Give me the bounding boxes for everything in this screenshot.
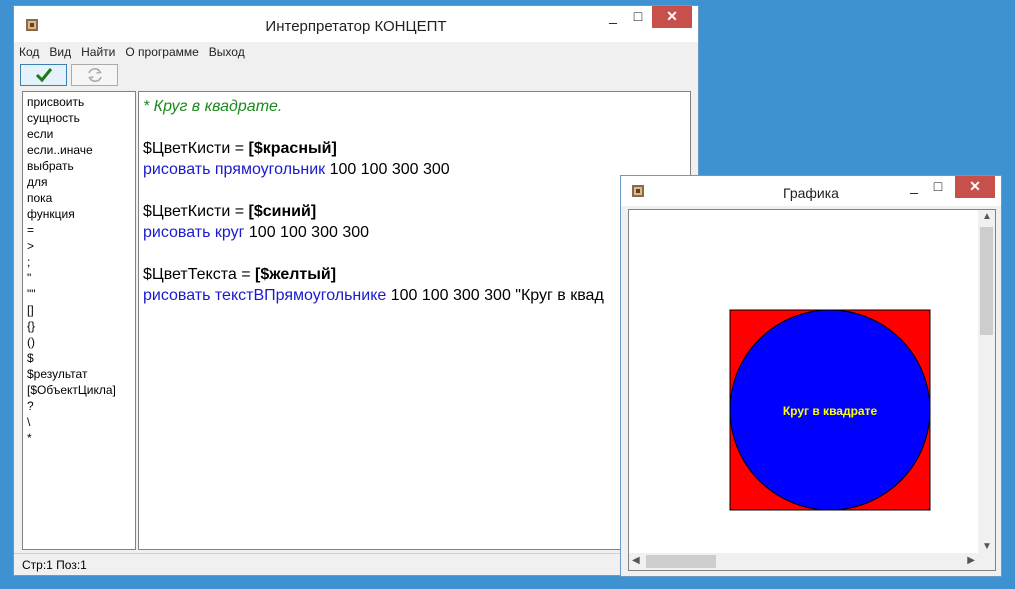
code-variable: $ЦветКисти = [143, 203, 249, 220]
app-icon [632, 185, 644, 197]
code-comment: * Круг в квадрате. [143, 98, 283, 115]
drawing-svg: Круг в квадрате [729, 309, 931, 511]
list-item[interactable]: > [27, 238, 131, 254]
list-item[interactable]: () [27, 334, 131, 350]
list-item[interactable]: $ [27, 350, 131, 366]
code-args: 100 100 300 300 [325, 161, 450, 178]
list-item[interactable]: $результат [27, 366, 131, 382]
scroll-up-icon[interactable]: ▲ [982, 211, 992, 222]
list-item[interactable]: "" [27, 286, 131, 302]
code-line: рисовать текстВПрямоугольнике 100 100 30… [143, 285, 686, 306]
code-keyword: рисовать прямоугольник [143, 161, 326, 178]
code-line: $ЦветКисти = [$синий] [143, 201, 686, 222]
code-value: [$желтый] [254, 266, 337, 283]
code-blank [143, 243, 686, 264]
list-item[interactable]: сущность [27, 110, 131, 126]
list-item[interactable]: [$ОбъектЦикла] [27, 382, 131, 398]
vertical-scrollbar[interactable]: ▲ ▼ [978, 210, 995, 553]
scroll-right-icon[interactable]: ▶ [967, 555, 975, 566]
graphics-window: Графика _ □ ✕ Круг в квадрате ▲ ▼ ◀ ▶ [620, 175, 1002, 577]
close-button[interactable]: ✕ [652, 6, 692, 28]
scroll-corner [978, 553, 995, 570]
code-line: рисовать прямоугольник 100 100 300 300 [143, 159, 686, 180]
run-button[interactable] [20, 64, 67, 86]
graphics-title-bar[interactable]: Графика _ □ ✕ [621, 176, 1001, 206]
main-window: Интерпретатор КОНЦЕПТ _ □ ✕ Код Вид Найти О… [13, 5, 699, 576]
code-line: $ЦветКисти = [$красный] [143, 138, 686, 159]
code-line: рисовать круг 100 100 300 300 [143, 222, 686, 243]
list-item[interactable]: \ [27, 414, 131, 430]
code-keyword: рисовать круг [143, 224, 245, 241]
vertical-scroll-thumb[interactable] [980, 227, 993, 335]
list-item[interactable]: {} [27, 318, 131, 334]
minimize-button[interactable]: _ [600, 6, 626, 28]
code-value: [$красный] [248, 140, 337, 157]
refresh-button[interactable] [71, 64, 118, 86]
list-item[interactable]: если..иначе [27, 142, 131, 158]
code-editor[interactable]: * Круг в квадрате. $ЦветКисти = [$красны… [138, 91, 691, 550]
menu-bar: Код Вид Найти О программе Выход [14, 42, 698, 63]
menu-code[interactable]: Код [14, 42, 44, 59]
refresh-icon [87, 68, 102, 82]
code-line: $ЦветТекста = [$желтый] [143, 264, 686, 285]
keyword-list: присвоить сущность если если..иначе выбр… [22, 91, 136, 550]
shape-caption: Круг в квадрате [783, 404, 878, 418]
list-item[interactable]: выбрать [27, 158, 131, 174]
list-item[interactable]: функция [27, 206, 131, 222]
list-item[interactable]: если [27, 126, 131, 142]
horizontal-scroll-thumb[interactable] [646, 555, 716, 568]
drawing-canvas: Круг в квадрате ▲ ▼ ◀ ▶ [628, 209, 996, 571]
horizontal-scrollbar[interactable]: ◀ ▶ [629, 553, 978, 570]
list-item[interactable]: присвоить [27, 94, 131, 110]
code-args: 100 100 300 300 "Круг в квад [386, 287, 604, 304]
menu-exit[interactable]: Выход [204, 42, 250, 59]
list-item[interactable]: [] [27, 302, 131, 318]
list-item[interactable]: = [27, 222, 131, 238]
menu-view[interactable]: Вид [44, 42, 76, 59]
code-args: 100 100 300 300 [244, 224, 370, 241]
menu-find[interactable]: Найти [76, 42, 120, 59]
list-item[interactable]: " [27, 270, 131, 286]
list-item[interactable]: ? [27, 398, 131, 414]
maximize-button[interactable]: □ [925, 176, 951, 198]
code-keyword: рисовать текстВПрямоугольнике [143, 287, 387, 304]
menu-about[interactable]: О программе [120, 42, 203, 59]
list-item[interactable]: пока [27, 190, 131, 206]
scroll-left-icon[interactable]: ◀ [632, 555, 640, 566]
close-button[interactable]: ✕ [955, 176, 995, 198]
maximize-button[interactable]: □ [625, 6, 651, 28]
code-value: [$синий] [248, 203, 317, 220]
app-icon [26, 19, 38, 31]
scroll-down-icon[interactable]: ▼ [982, 541, 992, 552]
code-variable: $ЦветТекста = [143, 266, 255, 283]
list-item[interactable]: * [27, 430, 131, 446]
status-bar: Стр:1 Поз:1 [14, 553, 698, 575]
code-blank [143, 180, 686, 201]
code-blank [143, 117, 686, 138]
list-item[interactable]: ; [27, 254, 131, 270]
window-title: Интерпретатор КОНЦЕПТ [265, 18, 447, 35]
title-bar[interactable]: Интерпретатор КОНЦЕПТ _ □ ✕ [14, 6, 698, 42]
list-item[interactable]: для [27, 174, 131, 190]
toolbar [14, 63, 698, 89]
code-variable: $ЦветКисти = [143, 140, 249, 157]
minimize-button[interactable]: _ [901, 176, 927, 198]
checkmark-icon [35, 68, 52, 83]
